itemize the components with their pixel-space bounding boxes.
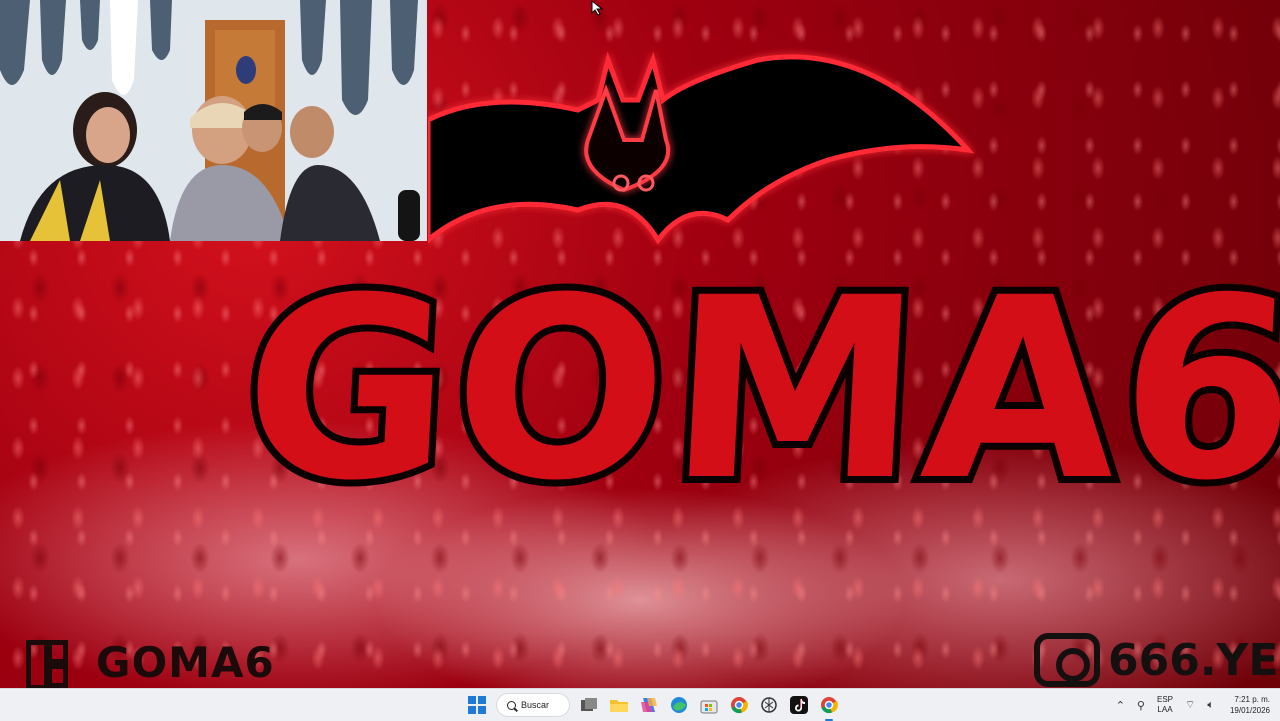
- start-button[interactable]: [465, 693, 489, 717]
- taskbar: Buscar ⌃ ⚲ ESP LAA ⌔ 🔈︎ 7:21 p. m. 19/01…: [0, 688, 1280, 721]
- wifi-icon[interactable]: ⌔: [1185, 698, 1195, 712]
- copilot-button[interactable]: [637, 693, 661, 717]
- tiktok-button[interactable]: [787, 693, 811, 717]
- instagram-handle: 666.YEI: [1108, 634, 1280, 686]
- chrome-button[interactable]: [727, 693, 751, 717]
- search-box[interactable]: Buscar: [496, 693, 570, 717]
- language-line2: LAA: [1157, 705, 1173, 714]
- kick-brand: GOMA6: [26, 636, 275, 688]
- volume-icon[interactable]: 🔈︎: [1207, 699, 1214, 712]
- logo-title: GOMA6: [230, 237, 1280, 542]
- language-line1: ESP: [1156, 695, 1173, 704]
- microsoft-store-button[interactable]: [697, 693, 721, 717]
- chrome-active-icon: [821, 697, 838, 714]
- edge-icon: [671, 697, 687, 713]
- openai-button[interactable]: [757, 693, 781, 717]
- clock[interactable]: 7:21 p. m. 19/01/2026: [1230, 694, 1270, 716]
- task-view-button[interactable]: [577, 693, 601, 717]
- network-status-icon[interactable]: ⚲: [1137, 699, 1145, 712]
- search-label: Buscar: [521, 700, 550, 710]
- desktop-background: GOMA6 GOMA6 666.YEI: [0, 0, 1280, 688]
- chrome-icon: [731, 697, 748, 714]
- system-tray: ⌃ ⚲ ESP LAA ⌔ 🔈︎ 7:21 p. m. 19/01/2026: [1110, 689, 1280, 721]
- webcam-scene: [0, 0, 427, 241]
- copilot-icon: [641, 698, 657, 712]
- openai-icon: [761, 697, 777, 713]
- file-explorer-button[interactable]: [607, 693, 631, 717]
- kick-brand-name: GOMA6: [96, 637, 275, 687]
- taskbar-apps: Buscar: [462, 689, 844, 721]
- chrome-active-button[interactable]: [817, 693, 841, 721]
- instagram-brand: 666.YEI: [1034, 632, 1280, 688]
- windows-icon: [468, 696, 486, 714]
- mouse-cursor-icon: [591, 0, 604, 16]
- edge-button[interactable]: [667, 693, 691, 717]
- language-indicator[interactable]: ESP LAA: [1157, 695, 1173, 715]
- kick-icon: [26, 636, 82, 688]
- search-icon: [507, 700, 516, 710]
- chevron-up-icon[interactable]: ⌃: [1116, 699, 1125, 712]
- tiktok-icon: [790, 696, 808, 714]
- clock-date: 19/01/2026: [1229, 706, 1270, 715]
- instagram-icon: [1034, 633, 1100, 687]
- task-view-icon: [581, 698, 597, 711]
- file-explorer-icon: [610, 700, 628, 712]
- webcam-overlay: [0, 0, 427, 241]
- clock-time: 7:21 p. m.: [1234, 695, 1270, 704]
- microsoft-store-icon: [700, 700, 718, 714]
